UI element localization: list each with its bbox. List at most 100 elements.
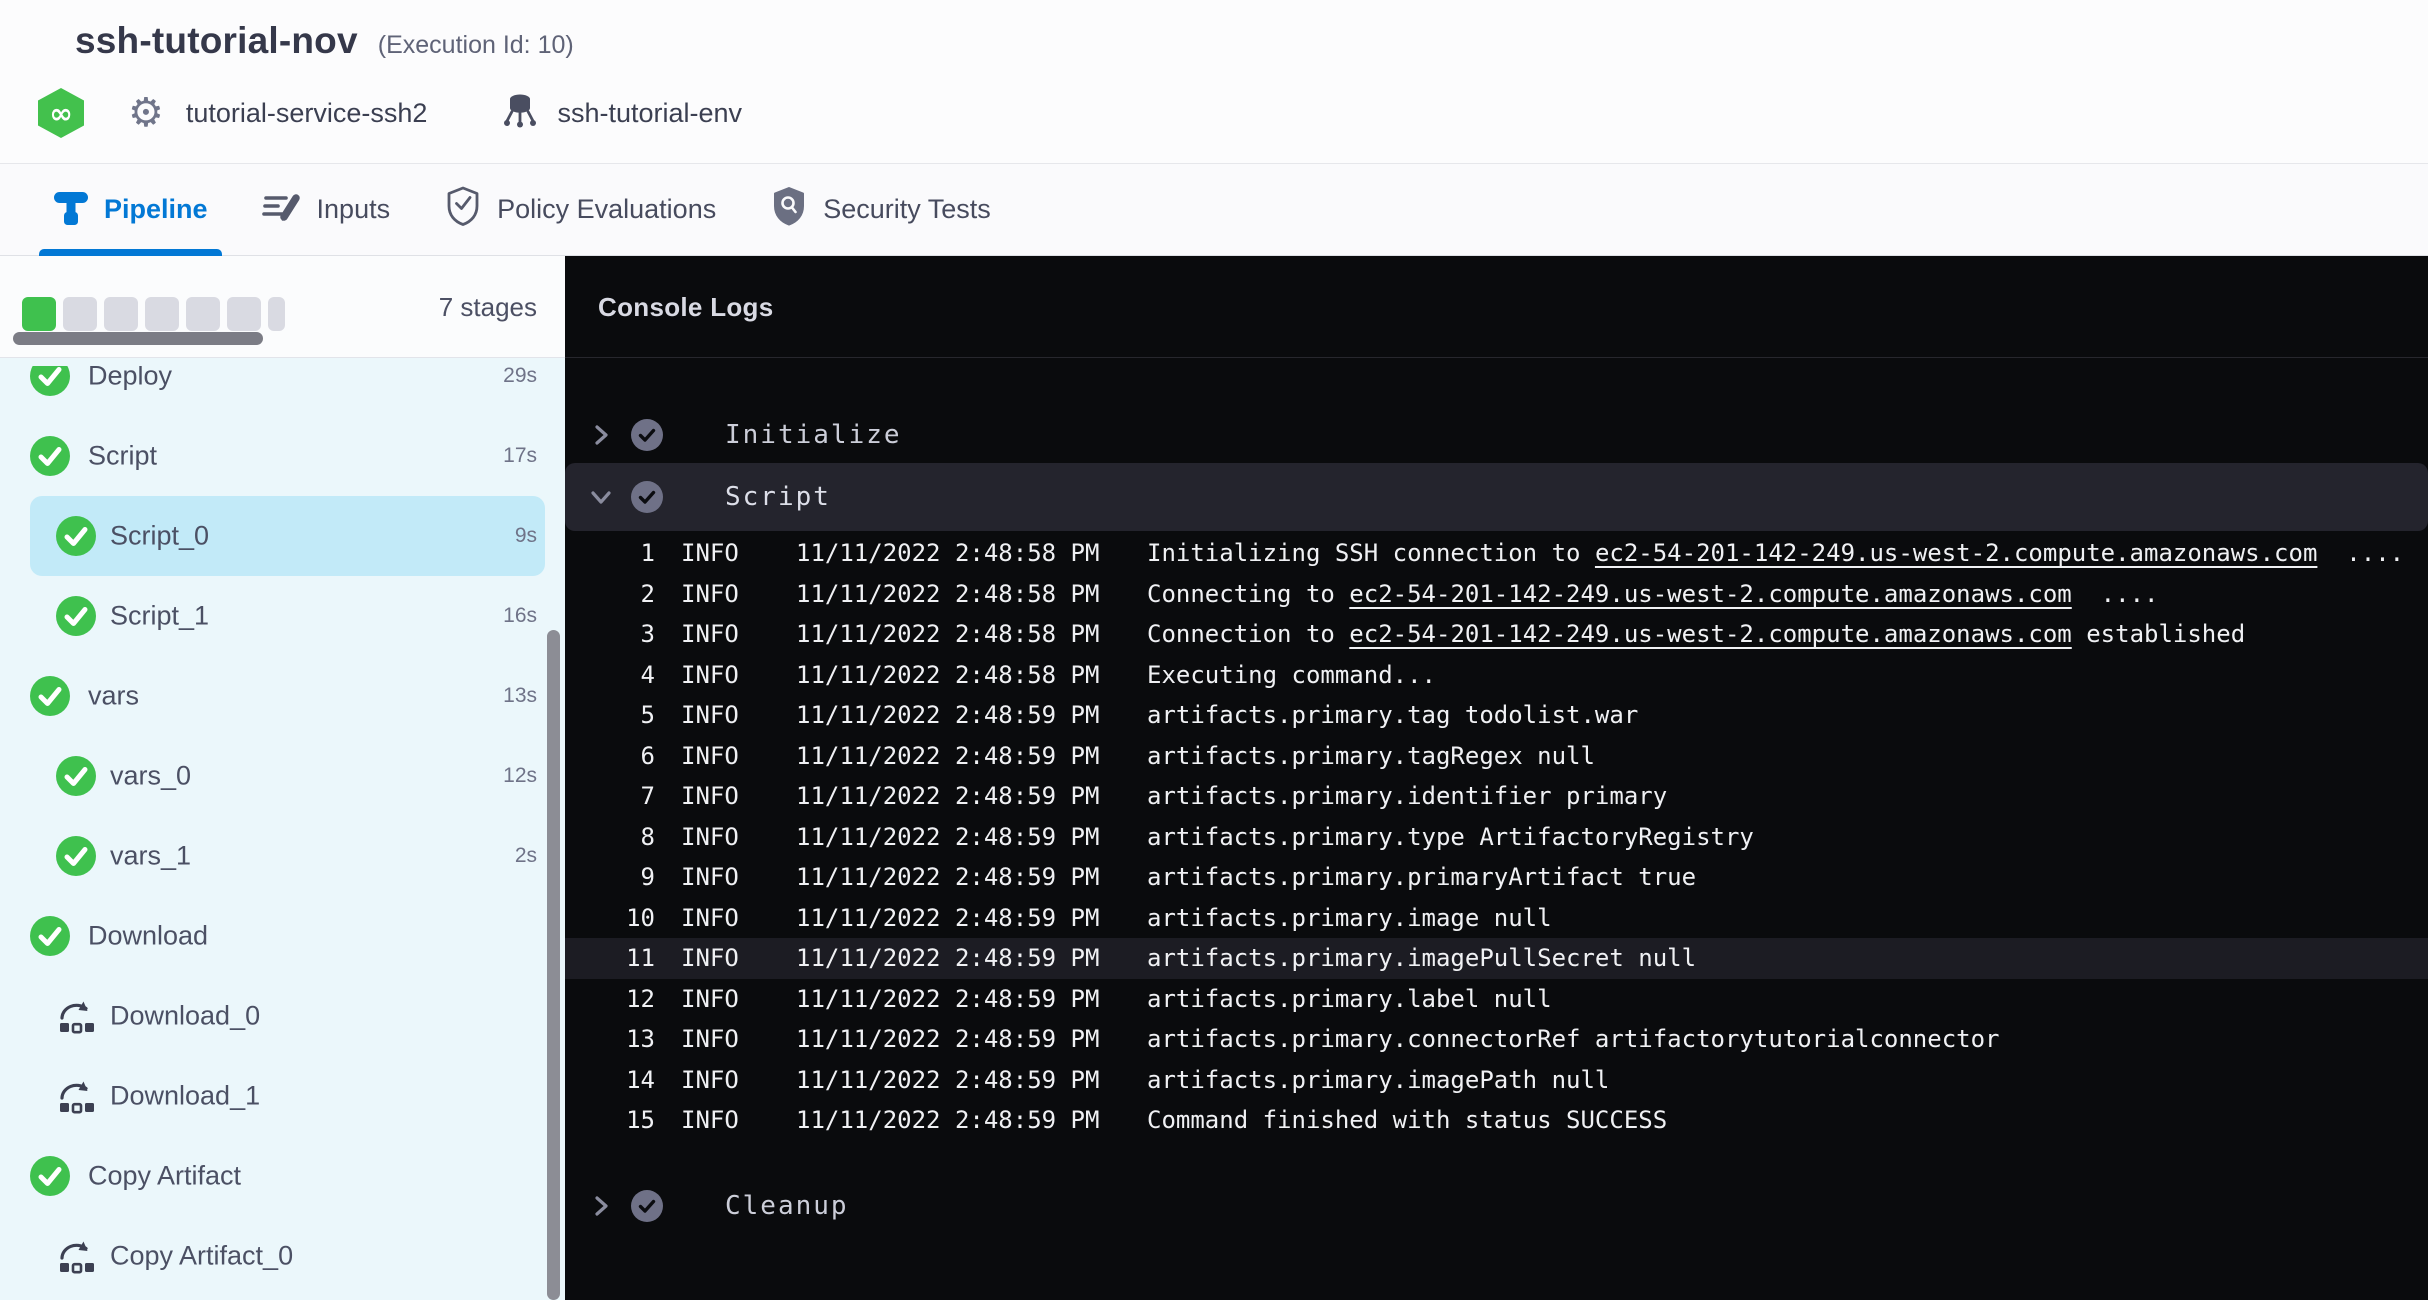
stage-item-deploy[interactable]: Deploy29s	[0, 366, 565, 416]
log-timestamp: 11/11/2022 2:48:59 PM	[796, 742, 1099, 770]
log-timestamp: 11/11/2022 2:48:59 PM	[796, 944, 1099, 972]
title-row: ssh-tutorial-nov (Execution Id: 10)	[75, 20, 574, 62]
execution-tabbar: Pipeline Inputs Policy Evaluations	[0, 163, 2428, 256]
log-line-14: 14 INFO 11/11/2022 2:48:59 PM artifacts.pri…	[565, 1060, 2428, 1101]
progress-segment	[268, 297, 285, 331]
log-line-number: 8	[585, 823, 655, 851]
stage-item-vars[interactable]: vars13s	[0, 656, 565, 736]
log-line-number: 9	[585, 863, 655, 891]
log-section-cleanup[interactable]: Cleanup	[565, 1178, 2428, 1234]
sidebar-scrollbar-thumb[interactable]	[547, 630, 560, 1300]
log-section-initialize[interactable]: Initialize	[565, 407, 2428, 463]
stage-item-download[interactable]: Download	[0, 896, 565, 976]
log-line-8: 8INFO11/11/2022 2:48:59 PMartifacts.prim…	[565, 817, 2428, 858]
log-line-1: 1INFO11/11/2022 2:48:58 PMInitializing S…	[565, 533, 2428, 574]
chevron-right-icon	[587, 421, 615, 449]
horizontal-scrollbar-thumb[interactable]	[13, 332, 263, 345]
active-tab-underline	[39, 249, 222, 256]
log-lines: 1INFO11/11/2022 2:48:58 PMInitializing S…	[565, 533, 2428, 1141]
console-header: Console Logs	[565, 256, 2428, 358]
log-level: INFO	[681, 985, 739, 1013]
progress-segment	[104, 297, 138, 331]
log-line-11: 11INFO11/11/2022 2:48:59 PMartifacts.pri…	[565, 938, 2428, 979]
stage-name: vars_0	[110, 761, 191, 792]
log-timestamp: 11/11/2022 2:48:58 PM	[796, 539, 1099, 567]
tab-policy-evaluations[interactable]: Policy Evaluations	[444, 164, 716, 255]
log-line-7: 7INFO11/11/2022 2:48:59 PMartifacts.prim…	[565, 776, 2428, 817]
log-message: Connection to ec2-54-201-142-249.us-west…	[1147, 620, 2245, 648]
log-line-number: 13	[585, 1025, 655, 1053]
stage-duration: 16s	[503, 604, 537, 628]
stage-success-icon	[30, 916, 70, 956]
log-level: INFO	[681, 1025, 739, 1053]
stage-item-copy-artifact-0[interactable]: Copy Artifact_0	[0, 1216, 565, 1296]
tab-label: Pipeline	[104, 194, 208, 225]
log-line-13: 13INFO11/11/2022 2:48:59 PMartifacts.pri…	[565, 1019, 2428, 1060]
stage-name: Copy Artifact_0	[110, 1241, 293, 1272]
log-level: INFO	[681, 1106, 739, 1134]
log-level: INFO	[681, 823, 739, 851]
log-host-link[interactable]: ec2-54-201-142-249.us-west-2.compute.ama…	[1595, 539, 2317, 567]
log-level: INFO	[681, 1066, 739, 1094]
progress-segment	[186, 297, 220, 331]
stage-name: Download_1	[110, 1081, 260, 1112]
stage-duration: 29s	[503, 366, 537, 388]
stage-count-label: 7 stages	[439, 256, 537, 358]
log-line-15: 15INFO11/11/2022 2:48:59 PMCommand finis…	[565, 1100, 2428, 1141]
section-success-icon	[631, 481, 663, 513]
section-success-icon	[631, 1190, 663, 1222]
stage-item-vars-0[interactable]: vars_012s	[0, 736, 565, 816]
environment-icon	[501, 91, 539, 135]
stage-name: Download_0	[110, 1001, 260, 1032]
log-timestamp: 11/11/2022 2:48:58 PM	[796, 661, 1099, 689]
log-host-link[interactable]: ec2-54-201-142-249.us-west-2.compute.ama…	[1349, 580, 2071, 608]
log-message: artifacts.primary.imagePath null	[1147, 1066, 1609, 1094]
log-line-number: 6	[585, 742, 655, 770]
pipeline-execution-page: ssh-tutorial-nov (Execution Id: 10) ∞ ⚙ …	[0, 0, 2428, 1300]
tab-inputs[interactable]: Inputs	[262, 164, 391, 255]
command-step-icon	[56, 997, 96, 1035]
log-timestamp: 11/11/2022 2:48:59 PM	[796, 1066, 1099, 1094]
log-message: artifacts.primary.imagePullSecret null	[1147, 944, 1696, 972]
service-gear-icon: ⚙	[128, 93, 164, 133]
stage-item-script-1[interactable]: Script_116s	[0, 576, 565, 656]
tab-security-tests[interactable]: Security Tests	[770, 164, 991, 255]
stage-duration: 13s	[503, 684, 537, 708]
security-shield-scan-icon	[770, 185, 808, 234]
stage-progress-bar	[22, 297, 285, 331]
log-line-9: 9INFO11/11/2022 2:48:59 PMartifacts.prim…	[565, 857, 2428, 898]
stage-item-download-0[interactable]: Download_0	[0, 976, 565, 1056]
stage-item-copy-artifact[interactable]: Copy Artifact	[0, 1136, 565, 1216]
stage-duration: 2s	[515, 844, 537, 868]
chevron-right-icon	[587, 1192, 615, 1220]
log-line-12: 12INFO11/11/2022 2:48:59 PMartifacts.pri…	[565, 979, 2428, 1020]
stage-name: vars_1	[110, 841, 191, 872]
log-level: INFO	[681, 580, 739, 608]
service-environment-row: ∞ ⚙ tutorial-service-ssh2 ssh-tutorial-e…	[38, 86, 742, 140]
tab-label: Policy Evaluations	[497, 194, 716, 225]
log-line-number: 3	[585, 620, 655, 648]
tab-pipeline[interactable]: Pipeline	[53, 164, 208, 255]
policy-shield-check-icon	[444, 185, 482, 234]
log-message: artifacts.primary.tagRegex null	[1147, 742, 1595, 770]
stage-name: Script_0	[110, 521, 209, 552]
log-level: INFO	[681, 539, 739, 567]
stages-summary-header: 7 stages	[0, 256, 565, 358]
log-host-link[interactable]: ec2-54-201-142-249.us-west-2.compute.ama…	[1349, 620, 2071, 648]
log-line-number: 14	[585, 1066, 655, 1094]
stage-item-script-0[interactable]: Script_09s	[0, 496, 565, 576]
stage-item-download-1[interactable]: Download_1	[0, 1056, 565, 1136]
stage-success-icon	[56, 516, 96, 556]
stage-success-icon	[56, 836, 96, 876]
log-line-number: 12	[585, 985, 655, 1013]
console-body: Initialize Script 1INFO11/11/2022 2:48:5…	[565, 358, 2428, 1300]
stage-success-icon	[30, 436, 70, 476]
section-label: Script	[725, 482, 831, 512]
stage-item-vars-1[interactable]: vars_1 2s	[0, 816, 565, 896]
stage-item-script[interactable]: Script17s	[0, 416, 565, 496]
log-timestamp: 11/11/2022 2:48:59 PM	[796, 701, 1099, 729]
log-line-number: 7	[585, 782, 655, 810]
log-message: artifacts.primary.label null	[1147, 985, 1552, 1013]
log-message: Connecting to ec2-54-201-142-249.us-west…	[1147, 580, 2158, 608]
log-section-script[interactable]: Script	[565, 463, 2428, 531]
